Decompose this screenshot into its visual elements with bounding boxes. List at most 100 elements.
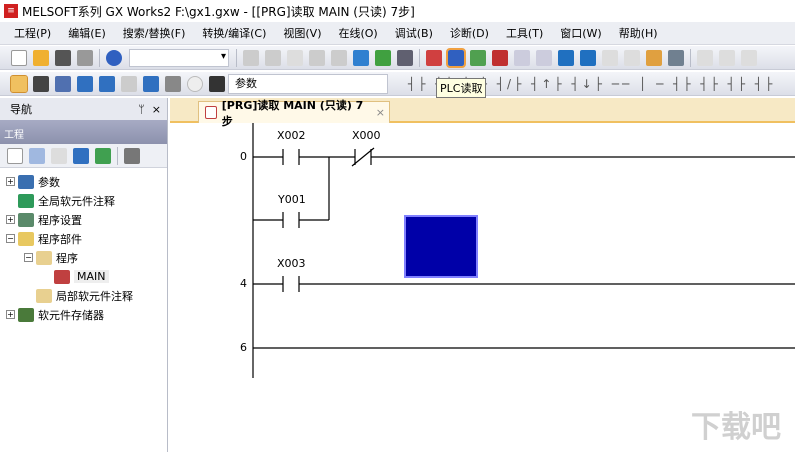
- new-icon[interactable]: [11, 49, 27, 66]
- nav-section: 工程: [0, 120, 167, 144]
- contact-label: X000: [352, 129, 381, 142]
- program-icon: [205, 106, 217, 119]
- tree-node-icon: [18, 174, 34, 189]
- toolbar-combo[interactable]: [129, 48, 229, 67]
- verify-icon[interactable]: [470, 49, 486, 66]
- tree-item[interactable]: + 软元件存储器: [0, 305, 167, 324]
- title-bar: ≡ MELSOFT系列 GX Works2 F:\gx1.gxw - [[PRG]…: [0, 0, 795, 22]
- separator: [99, 48, 100, 67]
- search-input[interactable]: 参数: [228, 73, 388, 94]
- save-icon[interactable]: [55, 49, 71, 66]
- menu-window[interactable]: 窗口(W): [560, 25, 601, 41]
- ladder-tool-icon[interactable]: [719, 49, 735, 66]
- tree-item[interactable]: MAIN: [0, 267, 167, 286]
- menu-project[interactable]: 工程(P): [14, 25, 51, 41]
- dev-icon[interactable]: [77, 75, 93, 92]
- plc-write-icon[interactable]: [426, 49, 442, 66]
- menu-tool[interactable]: 工具(T): [506, 25, 543, 41]
- dev-icon[interactable]: [580, 49, 596, 66]
- new-icon[interactable]: [7, 147, 23, 164]
- menu-help[interactable]: 帮助(H): [619, 25, 658, 41]
- dev-icon[interactable]: [558, 49, 574, 66]
- expand-icon[interactable]: −: [6, 234, 15, 243]
- tree-item-label: 局部软元件注释: [56, 289, 133, 303]
- refresh-icon[interactable]: [95, 147, 111, 164]
- tree-item[interactable]: 全局软元件注释: [0, 191, 167, 210]
- tree-item[interactable]: 局部软元件注释: [0, 286, 167, 305]
- device-icon[interactable]: [375, 49, 391, 66]
- app-icon: ≡: [4, 4, 18, 18]
- rung-4: [253, 276, 795, 292]
- redo-icon[interactable]: [331, 49, 347, 66]
- copy-icon[interactable]: [29, 147, 45, 164]
- expand-icon[interactable]: +: [6, 177, 15, 186]
- step-number: 4: [240, 277, 247, 290]
- copy-icon[interactable]: [265, 49, 281, 66]
- menu-online[interactable]: 在线(O): [338, 25, 377, 41]
- separator: [236, 48, 237, 67]
- contact-label: Y001: [278, 193, 306, 206]
- paste-icon[interactable]: [287, 49, 303, 66]
- menu-view[interactable]: 视图(V): [283, 25, 321, 41]
- menu-compile[interactable]: 转换/编译(C): [202, 25, 266, 41]
- device-icon[interactable]: [353, 49, 369, 66]
- tooltip: PLC读取: [436, 78, 487, 98]
- tab-main[interactable]: [PRG]读取 MAIN (只读) 7步 ×: [198, 99, 390, 128]
- dev-icon[interactable]: [99, 75, 115, 92]
- find-icon[interactable]: [165, 75, 181, 92]
- expand-icon[interactable]: −: [24, 253, 33, 262]
- menu-debug[interactable]: 调试(B): [395, 25, 433, 41]
- monitor-stop-icon[interactable]: [514, 49, 530, 66]
- tree-node-icon: [18, 212, 34, 227]
- rung-0: [253, 147, 795, 228]
- info-icon[interactable]: [73, 147, 89, 164]
- document-area: [PRG]读取 MAIN (只读) 7步 × 0 4 6 X002 X000 Y0…: [170, 98, 795, 452]
- help-icon[interactable]: [106, 49, 122, 66]
- tree-item[interactable]: + 程序设置: [0, 210, 167, 229]
- screen-icon[interactable]: [668, 49, 684, 66]
- nav-header: 导航 ᛘ ×: [0, 98, 167, 120]
- menu-diagnostics[interactable]: 诊断(D): [450, 25, 489, 41]
- dev-icon[interactable]: [121, 75, 137, 92]
- window-icon[interactable]: [55, 75, 71, 92]
- print-icon[interactable]: [77, 49, 93, 66]
- tree-item-label: 程序设置: [38, 213, 82, 227]
- menu-edit[interactable]: 编辑(E): [68, 25, 106, 41]
- tab-close-icon[interactable]: ×: [376, 106, 385, 119]
- tree-item[interactable]: − 程序: [0, 248, 167, 267]
- question-icon[interactable]: [187, 75, 203, 92]
- expand-icon[interactable]: +: [6, 215, 15, 224]
- plc-read-icon[interactable]: [446, 47, 466, 68]
- cursor-block[interactable]: [404, 215, 478, 278]
- monitor-icon[interactable]: [492, 49, 508, 66]
- ladder-tool-icon[interactable]: [697, 49, 713, 66]
- project-tree-icon[interactable]: [10, 74, 28, 93]
- tool-icon[interactable]: [646, 49, 662, 66]
- binoculars-icon[interactable]: [209, 75, 225, 92]
- tree-item[interactable]: − 程序部件: [0, 229, 167, 248]
- open-icon[interactable]: [33, 49, 49, 66]
- tool-icon[interactable]: [624, 49, 640, 66]
- chip-icon[interactable]: [33, 75, 49, 92]
- cut-icon[interactable]: [243, 49, 259, 66]
- program-icon[interactable]: [397, 49, 413, 66]
- step-number: 0: [240, 150, 247, 163]
- project-tree: + 参数 全局软元件注释 + 程序设置 − 程序部件 − 程序 MAIN 局部软元件注释 + 软元件存储…: [0, 168, 167, 324]
- tool-icon[interactable]: [602, 49, 618, 66]
- options-icon[interactable]: [124, 147, 140, 164]
- monitor-icon[interactable]: [536, 49, 552, 66]
- tree-item[interactable]: + 参数: [0, 172, 167, 191]
- tree-node-icon: [18, 231, 34, 246]
- tree-item-label: 程序部件: [38, 232, 82, 246]
- nav-title: 导航: [10, 103, 32, 116]
- pin-icon[interactable]: ᛘ: [138, 103, 145, 116]
- paste-icon[interactable]: [51, 147, 67, 164]
- standard-toolbar: [0, 46, 795, 70]
- close-icon[interactable]: ×: [152, 103, 161, 116]
- tree-node-icon: [18, 307, 34, 322]
- menu-find-replace[interactable]: 搜索/替换(F): [123, 25, 186, 41]
- expand-icon[interactable]: +: [6, 310, 15, 319]
- undo-icon[interactable]: [309, 49, 325, 66]
- watch-icon[interactable]: [143, 75, 159, 92]
- ladder-tool-icon[interactable]: [741, 49, 757, 66]
